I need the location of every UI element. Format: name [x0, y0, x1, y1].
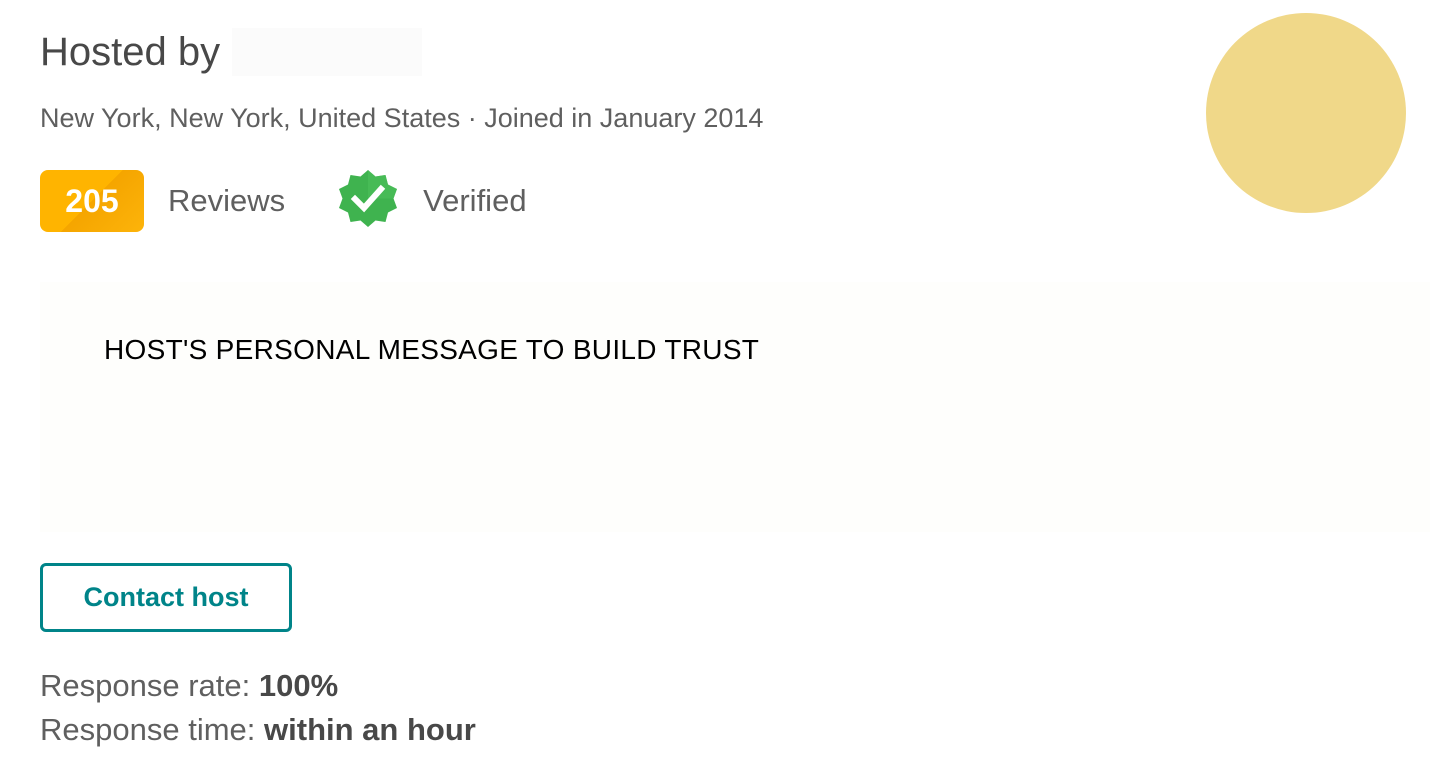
response-time: Response time: within an hour [40, 710, 476, 750]
verified-badge-icon [335, 168, 401, 234]
reviews-count-badge[interactable]: 205 [40, 170, 144, 232]
contact-host-button[interactable]: Contact host [40, 563, 292, 632]
host-name-redacted [232, 28, 423, 76]
host-avatar[interactable] [1206, 13, 1406, 213]
response-time-value: within an hour [264, 712, 476, 747]
reviews-label[interactable]: Reviews [168, 183, 285, 219]
host-stats: 205 Reviews Verified [40, 170, 527, 232]
verified-label: Verified [423, 183, 527, 218]
host-location-joined: New York, New York, United States · Join… [40, 103, 764, 133]
host-message-box: HOST'S PERSONAL MESSAGE TO BUILD TRUST [40, 282, 1430, 532]
host-title: Hosted by [40, 24, 423, 80]
response-rate-value: 100% [258, 668, 339, 703]
response-time-label: Response time: [40, 712, 256, 747]
response-rate-label: Response rate: [40, 668, 251, 703]
hosted-by-label: Hosted by [40, 30, 221, 74]
response-rate: Response rate: 100% [40, 666, 338, 706]
host-message-text: HOST'S PERSONAL MESSAGE TO BUILD TRUST [104, 334, 760, 365]
